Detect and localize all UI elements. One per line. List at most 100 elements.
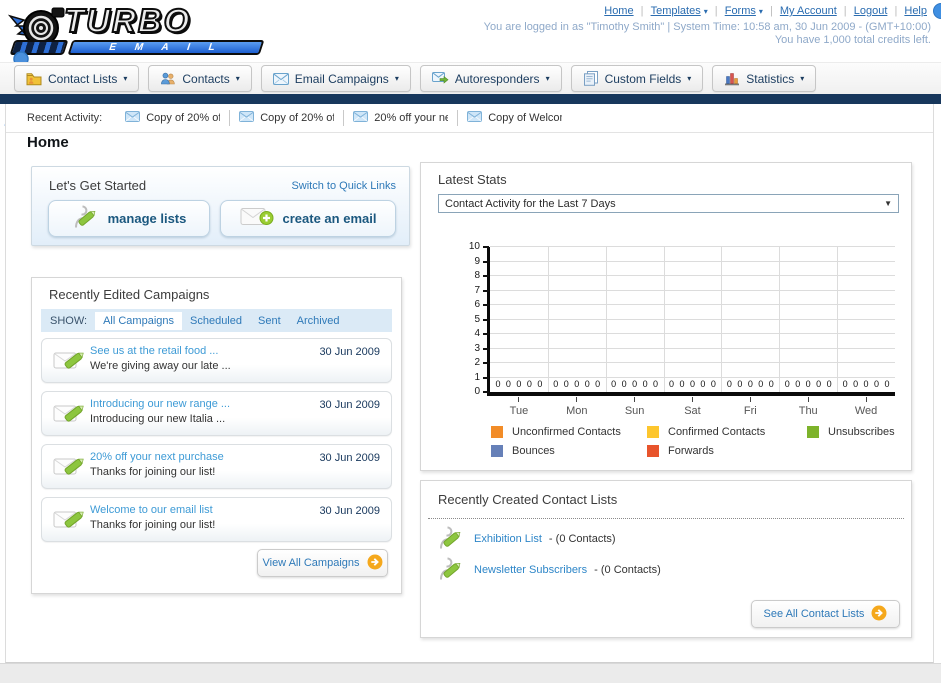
chevron-down-icon: ▾: [394, 74, 399, 83]
campaign-subtitle: Thanks for joining our list!: [90, 466, 216, 478]
value-label: 0: [874, 379, 880, 389]
stats-period-select[interactable]: Contact Activity for the Last 7 Days ▼: [438, 194, 899, 213]
tab-contacts[interactable]: Contacts ▾: [148, 65, 252, 92]
y-tick-mark: [483, 275, 489, 277]
value-label: 0: [700, 379, 706, 389]
page-frame: Recent Activity: Copy of 20% off yoCopy …: [5, 104, 934, 663]
filter-sent[interactable]: Sent: [250, 312, 289, 330]
campaign-title-link[interactable]: 20% off your next purchase: [90, 451, 224, 463]
recent-activity-item[interactable]: Copy of Welcome to: [458, 110, 571, 126]
value-label: 0: [795, 379, 801, 389]
value-label: 0: [574, 379, 580, 389]
gridline: [490, 333, 895, 334]
nav-link-help[interactable]: Help: [904, 5, 927, 17]
y-tick-mark: [483, 246, 489, 248]
manage-lists-button[interactable]: manage lists: [48, 200, 210, 237]
recent-activity-item[interactable]: Copy of 20% off yo: [116, 110, 231, 126]
person-pencil-icon: [437, 556, 464, 585]
nav-link-my-account[interactable]: My Account: [780, 5, 837, 17]
campaign-card[interactable]: 20% off your next purchase Thanks for joi…: [41, 444, 392, 489]
y-axis-label: 2: [474, 357, 480, 368]
contact-lists-panel: Recently Created Contact Lists Exhibitio…: [420, 480, 912, 638]
value-label: 0: [689, 379, 695, 389]
chevron-down-icon: ▾: [758, 7, 763, 16]
value-label: 0: [747, 379, 753, 389]
value-label: 0: [758, 379, 764, 389]
campaign-title-link[interactable]: See us at the retail food ...: [90, 345, 218, 357]
campaign-date: 30 Jun 2009: [319, 505, 380, 517]
campaign-card[interactable]: See us at the retail food ... We're givin…: [41, 338, 392, 383]
y-axis-label: 8: [474, 270, 480, 281]
campaign-title-link[interactable]: Welcome to our email list: [90, 504, 213, 516]
tab-custom-fields[interactable]: Custom Fields ▾: [570, 65, 704, 92]
value-label: 0: [526, 379, 532, 389]
create-an-email-button[interactable]: create an email: [220, 200, 396, 237]
campaign-filters: All Campaigns Scheduled Sent Archived: [95, 311, 348, 330]
x-axis-label: Sun: [624, 405, 645, 417]
value-labels-group: 00000: [837, 378, 895, 390]
y-axis-label: 9: [474, 255, 480, 267]
chevron-down-icon: ▼: [884, 199, 892, 208]
x-axis-label: Thu: [798, 405, 818, 417]
contact-list-link[interactable]: Newsletter Subscribers: [474, 564, 587, 576]
gridline: [490, 304, 895, 305]
campaigns-panel: Recently Edited Campaigns SHOW: All Camp…: [31, 277, 402, 594]
stats-period-value: Contact Activity for the Last 7 Days: [445, 197, 616, 210]
tab-email-campaigns[interactable]: Email Campaigns ▾: [260, 65, 411, 92]
recent-activity-item[interactable]: 20% off your next p: [344, 110, 459, 126]
nav-link-forms[interactable]: Forms ▾: [725, 5, 763, 17]
envelope-icon: [125, 111, 141, 125]
y-axis-tick: 4: [443, 329, 489, 339]
recent-activity-item[interactable]: Copy of 20% off yo: [230, 110, 345, 126]
envelope-icon: [272, 72, 289, 85]
value-label: 0: [505, 379, 511, 389]
nav-link-templates[interactable]: Templates ▾: [651, 5, 708, 17]
login-info-line2: You have 1,000 total credits left.: [774, 34, 931, 46]
x-axis-label: Tue: [509, 405, 529, 417]
legend-label: Unsubscribes: [828, 426, 895, 438]
header: TURBO E M A I L Home | Templates ▾ | Form…: [0, 0, 941, 62]
recent-activity-items: Copy of 20% off yo Copy of 20% off yo 20% …: [116, 110, 571, 126]
value-label: 0: [553, 379, 559, 389]
tab-contact-lists[interactable]: Contact Lists ▾: [14, 65, 140, 92]
person-pencil-icon: [72, 204, 99, 233]
tab-label: Statistics: [746, 71, 795, 86]
campaigns-title: Recently Edited Campaigns: [49, 287, 210, 302]
contact-list-count: - (0 Contacts): [545, 533, 616, 545]
legend-item-forwards: Forwards: [647, 445, 807, 457]
value-label: 0: [816, 379, 822, 389]
y-axis-tick: 6: [443, 300, 489, 310]
nav-link-home[interactable]: Home: [604, 5, 633, 17]
tab-statistics[interactable]: Statistics ▾: [712, 65, 817, 92]
campaign-card[interactable]: Introducing our new range ... Introducing…: [41, 391, 392, 436]
value-label: 0: [621, 379, 627, 389]
filter-all-campaigns[interactable]: All Campaigns: [95, 311, 182, 330]
page-title: Home: [27, 134, 69, 151]
login-info-line1: You are logged in as "Timothy Smith" | S…: [483, 21, 931, 33]
autoresponder-icon: [431, 72, 449, 85]
switch-to-quick-links-link[interactable]: Switch to Quick Links: [291, 180, 396, 192]
latest-stats-title: Latest Stats: [438, 172, 507, 187]
tab-label: Contacts: [182, 71, 230, 86]
see-all-contact-lists-button[interactable]: See All Contact Lists: [751, 600, 900, 628]
campaign-card[interactable]: Welcome to our email list Thanks for join…: [41, 497, 392, 542]
view-all-campaigns-button[interactable]: View All Campaigns: [257, 549, 388, 577]
filter-scheduled[interactable]: Scheduled: [182, 312, 250, 330]
contact-list-item[interactable]: Newsletter Subscribers - (0 Contacts): [437, 556, 661, 584]
filter-archived[interactable]: Archived: [289, 312, 348, 330]
x-axis-tick: [865, 397, 867, 402]
campaign-date: 30 Jun 2009: [319, 452, 380, 464]
gridline: [547, 247, 549, 392]
nav-link-logout[interactable]: Logout: [854, 5, 888, 17]
x-axis-tick: [692, 397, 693, 402]
contact-list-item[interactable]: Exhibition List - (0 Contacts): [437, 525, 616, 553]
campaign-title-link[interactable]: Introducing our new range ...: [90, 398, 230, 410]
see-all-label: See All Contact Lists: [763, 608, 865, 620]
contact-list-link[interactable]: Exhibition List: [474, 533, 542, 545]
chart-legend: Unconfirmed Contacts Confirmed Contacts Un…: [491, 426, 895, 457]
envelope-pencil-icon: [53, 402, 86, 432]
envelope-pencil-icon: [53, 455, 86, 485]
recent-activity-text: Copy of 20% off yo: [146, 112, 220, 124]
tab-autoresponders[interactable]: Autoresponders ▾: [419, 65, 562, 92]
y-axis-label: 3: [474, 342, 480, 354]
